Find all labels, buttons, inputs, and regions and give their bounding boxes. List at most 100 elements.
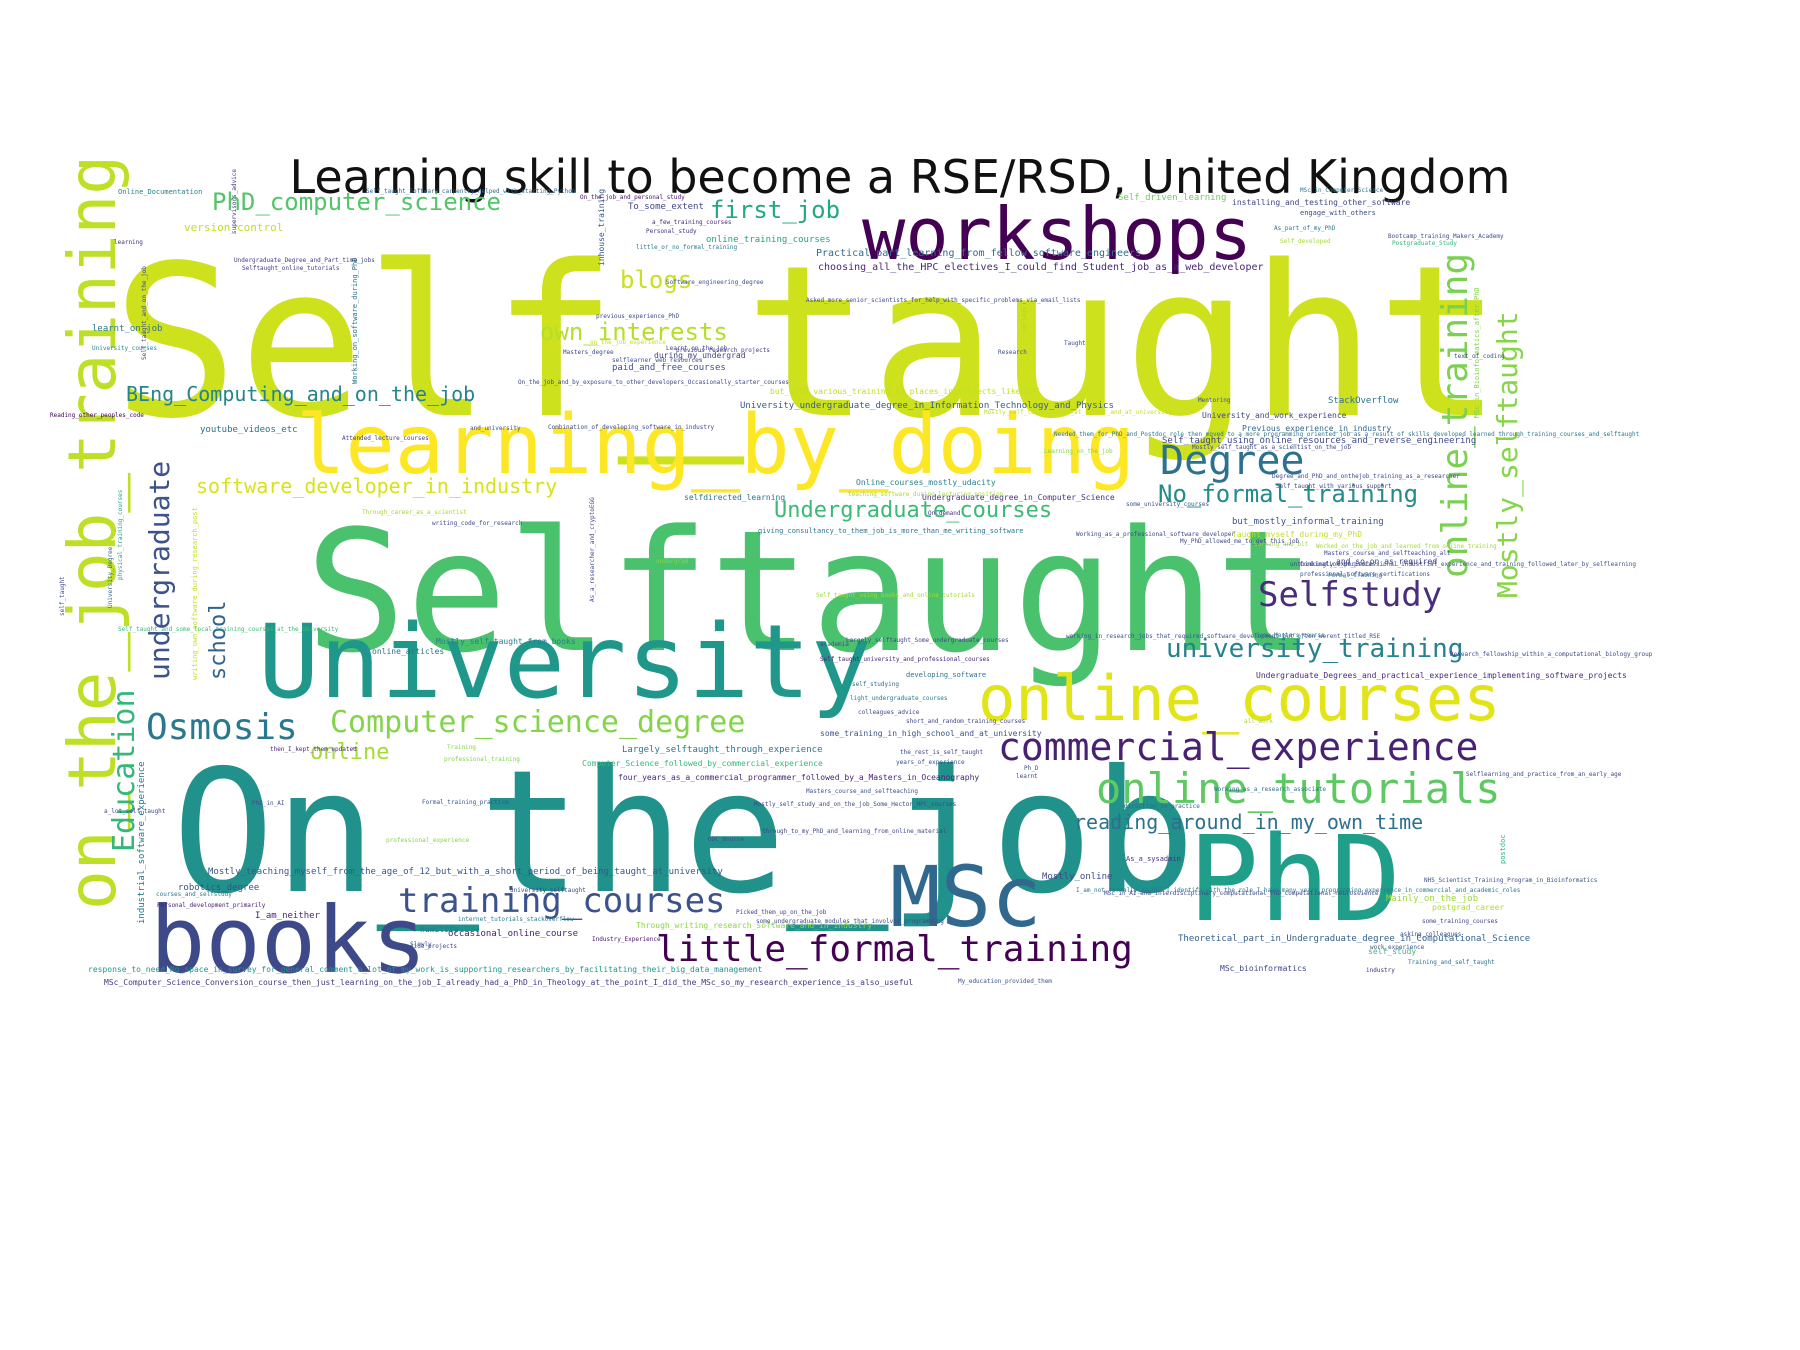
cloud-word: a_few_training_courses xyxy=(652,219,732,226)
cloud-word: MSc_Computer_Science_Conversion_course_t… xyxy=(104,978,914,987)
cloud-word: Mostly_self_taught_as_a_scientist_on_the… xyxy=(1192,444,1351,451)
cloud-word: BEng_Computing_and_on_the_job xyxy=(126,382,476,406)
cloud-word: Masters_course_and_selfteaching xyxy=(806,788,918,795)
cloud-word: Selflearning_and_practice_from_an_early_… xyxy=(1466,771,1622,778)
word-cloud: Self_taught Selftaught On_the_job Universit… xyxy=(0,0,1800,1350)
cloud-word: University_Degree xyxy=(107,546,114,608)
cloud-word: Mostly_online xyxy=(1042,872,1113,882)
cloud-word: engage_with_others xyxy=(1300,209,1376,217)
cloud-word: professional_software_certifications xyxy=(1300,571,1431,578)
cloud-word: Attended_lecture_courses xyxy=(342,435,429,442)
cloud-word: supervisors_advice xyxy=(231,168,238,234)
cloud-word: On_demand xyxy=(928,510,961,517)
cloud-word: developing_software xyxy=(906,671,987,679)
cloud-word: Slowly xyxy=(410,941,432,948)
cloud-word: Formal_training_practice xyxy=(422,799,509,806)
cloud-word: on_the_job_experience xyxy=(590,339,666,346)
cloud-word: Osmosis xyxy=(146,707,298,748)
cloud-word: Learnt_on_the_job xyxy=(666,345,728,352)
cloud-word: professional_training xyxy=(444,756,520,763)
cloud-word: Computer_Science_followed_by_commercial_… xyxy=(582,759,823,768)
cloud-word: MSc_in_Computer_Science xyxy=(1300,187,1384,194)
cloud-word: Undergraduate_Degrees_and_practical_expe… xyxy=(1256,671,1627,680)
cloud-word: undergrad xyxy=(656,558,689,565)
cloud-word: giving_consultancy_to_them_job_is_more_t… xyxy=(758,527,1024,535)
cloud-word: Personal_study xyxy=(646,228,697,235)
cloud-word: previous_experience_PhD xyxy=(596,313,680,320)
cloud-word: University_and_work_experience xyxy=(1202,411,1347,420)
cloud-word: Mostly_self_study_and_on_the_job_Some_He… xyxy=(754,801,957,808)
cloud-word: industry xyxy=(1366,967,1395,974)
cloud-word: Taught xyxy=(1064,340,1086,347)
cloud-word: Online_Documentation xyxy=(118,188,203,196)
cloud-word: As_a_researcher_and_cryptoEGG xyxy=(589,497,596,602)
cloud-word: online_training xyxy=(1435,252,1476,578)
cloud-word: workshops xyxy=(862,192,1253,276)
cloud-word: Combination_of_developing_software_in_in… xyxy=(548,424,715,431)
cloud-word: physical_training_courses xyxy=(117,489,124,580)
cloud-word: Degree_and_PhD_and_onthejob_training_as_… xyxy=(1272,473,1460,480)
cloud-word: NHS_Scientist_Training_Program_in_Bioinf… xyxy=(1424,877,1598,884)
cloud-word: writing_own_software_during_research_pos… xyxy=(191,507,199,680)
cloud-word: learnt xyxy=(1016,773,1038,780)
cloud-word: Mostly_teaching_myself_from_the_age_of_1… xyxy=(208,867,723,877)
cloud-word: learnt_on_job xyxy=(92,324,163,334)
cloud-word: Research_fellowship_within_a_computation… xyxy=(1450,651,1653,658)
cloud-word: light_undergraduate_courses xyxy=(850,695,948,702)
cloud-word: undergraduate xyxy=(143,460,176,680)
cloud-word: Masters_course_and_selfteaching_alt xyxy=(1324,550,1451,557)
cloud-word: To_some_extent xyxy=(628,202,704,212)
cloud-word: little_formal_training xyxy=(656,929,1133,970)
cloud-word: Computer_science_degree xyxy=(330,705,746,740)
cloud-word: MSc_bioinformatics xyxy=(1220,964,1307,973)
cloud-word: Self_taught_using_books_and_online_tutor… xyxy=(816,592,975,599)
cloud-word: Mentoring xyxy=(1198,397,1231,404)
cloud-word: direction_in_practice xyxy=(1124,803,1200,810)
cloud-word: academia xyxy=(820,641,849,648)
cloud-word: industrial_software_experience xyxy=(137,761,147,924)
cloud-word: reading_around_in_my_own_time xyxy=(1074,810,1424,834)
cloud-word: paid_and_free_courses xyxy=(612,363,726,373)
cloud-word: As_a_sysadmin xyxy=(1126,855,1181,863)
cloud-word: Mostly_self_taught_while_at_school_and_a… xyxy=(984,409,1172,416)
cloud-word: Self_developed xyxy=(1280,238,1331,245)
cloud-word: occasional_online_course xyxy=(448,929,579,939)
cloud-word: ODC_Bourse xyxy=(708,836,745,843)
cloud-word: self_studying xyxy=(852,681,899,688)
cloud-word: Undergraduate_Degree_and_Part_time_jobs xyxy=(234,257,375,264)
cloud-word: Personal_development_primarily xyxy=(157,902,266,909)
cloud-word: selfdirected_learning xyxy=(684,493,786,502)
cloud-word: little_or_no_formal_training xyxy=(636,244,738,251)
cloud-word: Largely_selftaught_through_experience xyxy=(622,745,823,755)
cloud-word: Self_taught_and_on_the_job xyxy=(141,266,148,360)
cloud-word: On_the_job_and_by_exposure_to_other_deve… xyxy=(518,379,789,386)
cloud-word: Industry_Experience xyxy=(592,936,661,943)
cloud-word: selflearner_web_resources xyxy=(612,357,703,364)
cloud-word: years_of_experience xyxy=(896,759,965,766)
cloud-word: Worked_on_the_job_and_learned_from_onlin… xyxy=(1316,543,1497,550)
cloud-word: Masters_degree xyxy=(563,349,614,356)
cloud-word: choosing_all_the_HPC_electives_I_could_f… xyxy=(818,262,1264,273)
cloud-word: Training_and_self_taught xyxy=(1408,959,1495,966)
cloud-word: the_rest_is_self_taught xyxy=(900,749,984,756)
cloud-word: Self_taught_university_and_professional_… xyxy=(820,656,990,663)
cloud-word: Research xyxy=(998,349,1027,356)
cloud-word: installing_and_testing_other_software xyxy=(1232,198,1411,207)
cloud-word: some_training_in_high_school_and_at_univ… xyxy=(820,729,1042,738)
cloud-word: through_to_my_PhD_and_learning_from_onli… xyxy=(762,828,947,835)
cloud-word: Working_as_a_research_associate xyxy=(1214,786,1326,793)
cloud-word: asking_colleagues xyxy=(1400,931,1462,938)
cloud-word: postdoc xyxy=(1499,834,1507,864)
cloud-word: some_university_courses xyxy=(1126,501,1210,508)
cloud-word: Self_taught_Software_carpentry_helped_wi… xyxy=(366,188,576,195)
cloud-word: commercial_experience xyxy=(998,725,1479,769)
cloud-word: PhD_in_AI xyxy=(252,800,285,807)
cloud-word: teaching_software_during_lecturing_posit… xyxy=(848,491,1004,498)
cloud-word: online_articles xyxy=(372,647,445,656)
cloud-word: Education xyxy=(107,689,142,852)
cloud-word: learning xyxy=(114,239,143,246)
cloud-word: four_years_as_a_commercial_programmer_fo… xyxy=(618,773,980,782)
cloud-word: youtube_videos_etc xyxy=(200,425,298,435)
cloud-word: Training xyxy=(447,744,476,751)
cloud-word: Self_taught_with_various_support xyxy=(1276,483,1392,490)
